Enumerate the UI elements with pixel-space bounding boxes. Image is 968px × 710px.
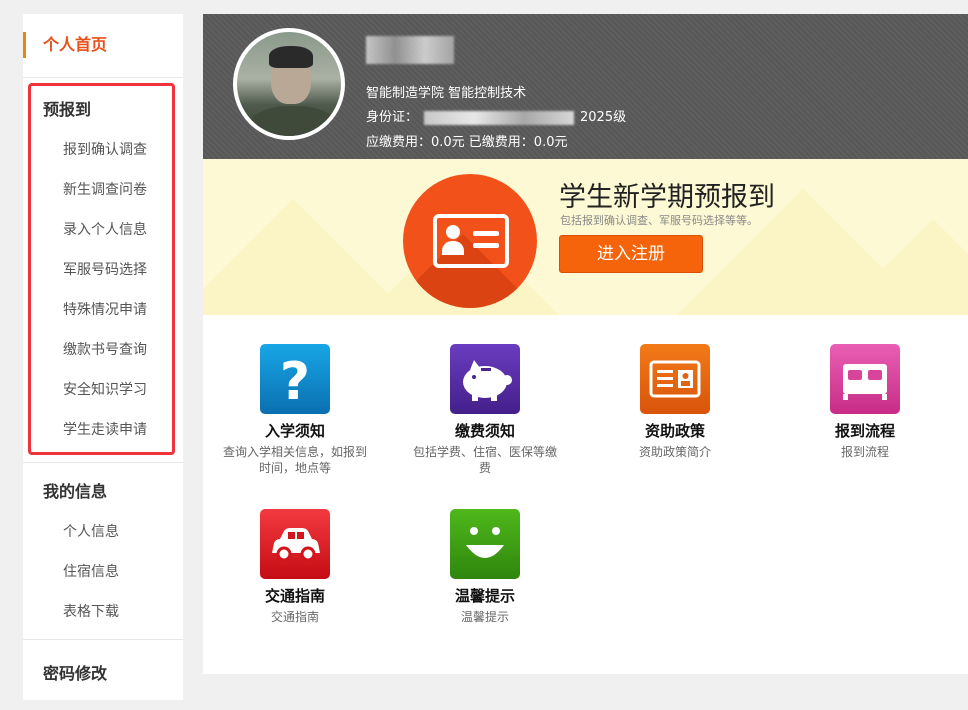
tile-desc: 包括学费、住宿、医保等缴费	[413, 445, 558, 475]
smiley-icon	[450, 509, 520, 579]
tile-title: 交通指南	[264, 587, 325, 605]
car-icon	[260, 509, 330, 579]
enter-register-button[interactable]: 进入注册	[559, 235, 703, 273]
nav-item-form-download[interactable]: 表格下载	[63, 601, 119, 621]
question-icon: ?	[260, 344, 330, 414]
id-card-icon	[403, 174, 537, 308]
divider	[23, 77, 183, 78]
tile-admission-notice[interactable]: ? 入学须知 查询入学相关信息，如报到时间，地点等	[215, 344, 375, 476]
tile-desc: 报到流程	[840, 445, 889, 459]
divider	[23, 462, 183, 463]
tile-warm-tips[interactable]: 温馨提示 温馨提示	[405, 509, 565, 625]
student-name-redacted	[366, 36, 454, 64]
tile-title: 报到流程	[834, 422, 895, 440]
college-major: 智能制造学院 智能控制技术	[366, 86, 527, 101]
id-number-redacted	[424, 110, 575, 125]
banner-title: 学生新学期预报到	[559, 182, 775, 213]
id-line: 身份证： 2025级	[366, 106, 626, 125]
tile-title: 入学须知	[264, 422, 325, 440]
nav-item-dorm-info[interactable]: 住宿信息	[63, 561, 119, 581]
tile-payment-notice[interactable]: 缴费须知 包括学费、住宿、医保等缴费	[405, 344, 565, 476]
tile-desc: 资助政策简介	[638, 445, 711, 459]
divider	[23, 639, 183, 640]
sidebar: 个人首页 预报到 报到确认调查 新生调查问卷 录入个人信息 军服号码选择 特殊情…	[23, 14, 183, 700]
fees-line: 应缴费用：0.0元 已缴费用：0.0元	[366, 135, 568, 150]
tile-title: 缴费须知	[454, 422, 515, 440]
tile-title: 资助政策	[644, 422, 705, 440]
grade: 2025级	[580, 110, 627, 125]
tile-registration-process[interactable]: 报到流程 报到流程	[785, 344, 945, 460]
nav-home[interactable]: 个人首页	[23, 32, 183, 58]
id-card-icon	[640, 344, 710, 414]
tile-title: 温馨提示	[454, 587, 515, 605]
nav-password-change[interactable]: 密码修改	[43, 660, 107, 684]
group-title-myinfo[interactable]: 我的信息	[43, 478, 107, 502]
avatar	[233, 28, 345, 140]
main-panel: 智能制造学院 智能控制技术 身份证： 2025级 应缴费用：0.0元 已缴费用：0…	[203, 14, 968, 674]
tile-transport-guide[interactable]: 交通指南 交通指南	[215, 509, 375, 625]
banner-subtitle: 包括报到确认调查、军服号码选择等等。	[560, 214, 758, 227]
nav-item-personal-info[interactable]: 个人信息	[63, 521, 119, 541]
tile-aid-policy[interactable]: 资助政策 资助政策简介	[595, 344, 755, 460]
tile-desc: 查询入学相关信息，如报到时间，地点等	[223, 445, 368, 475]
prereg-banner: 学生新学期预报到 包括报到确认调查、军服号码选择等等。 进入注册	[203, 159, 968, 315]
tile-desc: 温馨提示	[460, 610, 509, 624]
svg-text:?: ?	[280, 352, 310, 412]
piggy-bank-icon	[450, 344, 520, 414]
tile-desc: 交通指南	[270, 610, 319, 624]
bed-icon	[830, 344, 900, 414]
highlight-box	[28, 83, 175, 455]
profile-header: 智能制造学院 智能控制技术 身份证： 2025级 应缴费用：0.0元 已缴费用：0…	[203, 14, 968, 159]
id-label: 身份证：	[366, 110, 419, 125]
